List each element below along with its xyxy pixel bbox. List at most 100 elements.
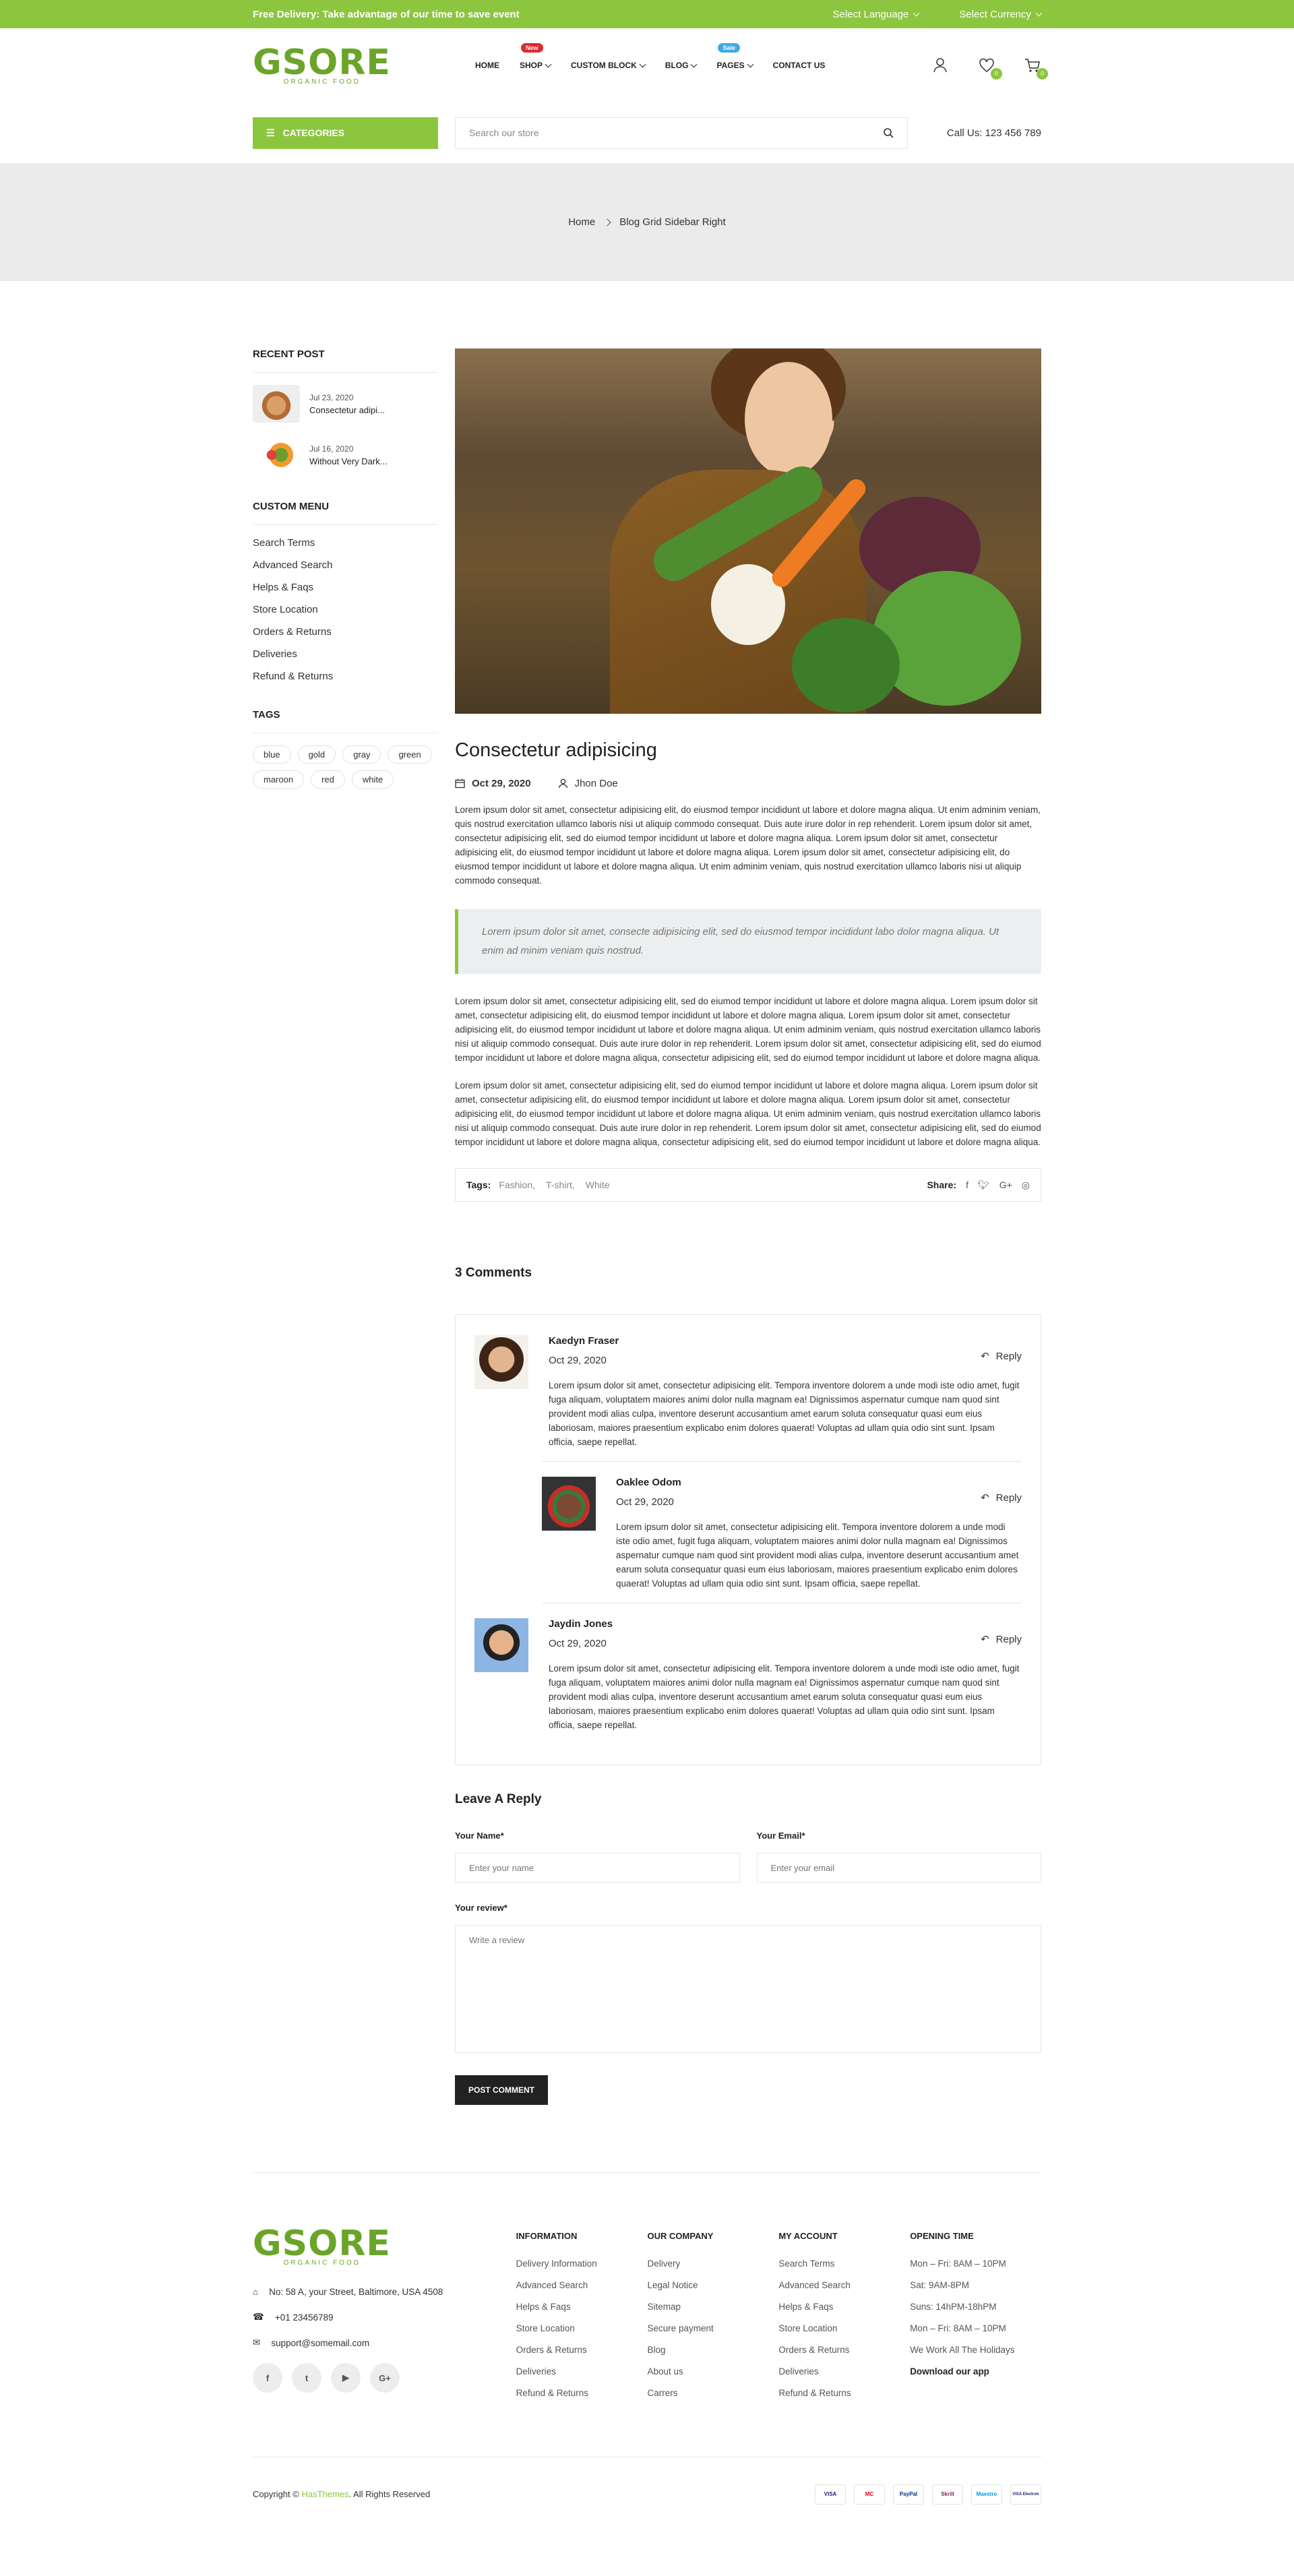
- recent-post-title: RECENT POST: [253, 348, 438, 373]
- reply-button[interactable]: ↶ Reply: [981, 1488, 1022, 1508]
- custom-menu-item[interactable]: Refund & Returns: [253, 671, 438, 682]
- footer-link[interactable]: Deliveries: [778, 2366, 910, 2376]
- footer-link[interactable]: Store Location: [516, 2323, 648, 2333]
- logo[interactable]: GSORE ORGANIC FOOD: [253, 45, 390, 86]
- footer-link[interactable]: Helps & Faqs: [778, 2302, 910, 2312]
- cart-icon[interactable]: 0: [1024, 57, 1048, 80]
- post-comment-button[interactable]: POST COMMENT: [455, 2075, 548, 2105]
- skrill-icon: Skrill: [932, 2484, 963, 2505]
- reply-button[interactable]: ↶ Reply: [981, 1346, 1022, 1366]
- currency-select[interactable]: Select Currency: [959, 8, 1043, 20]
- reply-icon: ↶: [981, 1634, 989, 1645]
- post-author-text: Jhon Doe: [574, 778, 618, 789]
- footer-logo[interactable]: GSORE ORGANIC FOOD: [253, 2226, 390, 2267]
- search-input[interactable]: Search our store: [455, 117, 908, 149]
- post-paragraph: Lorem ipsum dolor sit amet, consectetur …: [455, 996, 1041, 1063]
- language-select[interactable]: Select Language: [833, 9, 920, 20]
- footer-link[interactable]: Store Location: [778, 2323, 910, 2333]
- footer-link[interactable]: Search Terms: [778, 2259, 910, 2269]
- footer-link[interactable]: Refund & Returns: [516, 2388, 648, 2398]
- search-icon[interactable]: [883, 127, 894, 138]
- reply-button[interactable]: ↶ Reply: [981, 1629, 1022, 1649]
- tag[interactable]: white: [351, 770, 394, 789]
- nav-shop[interactable]: New SHOP: [520, 43, 552, 70]
- instagram-icon[interactable]: ◎: [1022, 1179, 1030, 1191]
- google-plus-icon[interactable]: G+: [370, 2363, 400, 2393]
- facebook-icon[interactable]: f: [966, 1179, 968, 1190]
- copyright-brand-link[interactable]: HasThemes: [301, 2489, 348, 2499]
- recent-post[interactable]: Jul 16, 2020 Without Very Dark...: [253, 436, 438, 474]
- nav-pages[interactable]: Sale PAGES: [716, 43, 754, 70]
- post-tag[interactable]: T-shirt,: [546, 1179, 575, 1190]
- recent-post-title-link[interactable]: Without Very Dark...: [309, 456, 388, 466]
- twitter-icon[interactable]: 🐦︎: [978, 1179, 990, 1191]
- recent-post-title-link[interactable]: Consectetur adipi...: [309, 405, 385, 415]
- footer-link[interactable]: Blog: [648, 2345, 779, 2355]
- nav-contact[interactable]: CONTACT US: [773, 61, 826, 70]
- recent-post-date: Jul 23, 2020: [309, 392, 354, 402]
- footer-link[interactable]: About us: [648, 2366, 779, 2376]
- footer-link[interactable]: Legal Notice: [648, 2280, 779, 2290]
- recent-post-thumbnail[interactable]: [253, 436, 300, 474]
- custom-menu-item[interactable]: Advanced Search: [253, 559, 438, 571]
- custom-menu-item[interactable]: Deliveries: [253, 648, 438, 660]
- breadcrumb-home[interactable]: Home: [568, 216, 595, 228]
- tag[interactable]: gold: [297, 745, 336, 764]
- tag[interactable]: gray: [342, 745, 381, 764]
- twitter-icon[interactable]: t: [292, 2363, 321, 2393]
- name-field[interactable]: [455, 1853, 740, 1882]
- wishlist-icon[interactable]: 0: [978, 57, 1002, 80]
- footer-link[interactable]: Carrers: [648, 2388, 779, 2398]
- chevron-down-icon: [913, 9, 920, 16]
- email-field[interactable]: [756, 1853, 1041, 1882]
- comment: Kaedyn Fraser Oct 29, 2020 ↶ Reply Lorem i…: [474, 1335, 1022, 1461]
- tag[interactable]: red: [311, 770, 345, 789]
- currency-label: Select Currency: [959, 8, 1031, 20]
- post-tag[interactable]: White: [586, 1179, 610, 1190]
- visa-icon: VISA: [815, 2484, 846, 2505]
- footer-link[interactable]: Deliveries: [516, 2366, 648, 2376]
- facebook-icon[interactable]: f: [253, 2363, 282, 2393]
- post-content: Consectetur adipisicing Oct 29, 2020 Jho…: [455, 348, 1041, 2105]
- tag[interactable]: green: [388, 745, 432, 764]
- post-author[interactable]: Jhon Doe: [558, 778, 618, 789]
- custom-menu-item[interactable]: Orders & Returns: [253, 626, 438, 638]
- footer-link[interactable]: Delivery: [648, 2259, 779, 2269]
- footer-link[interactable]: Sitemap: [648, 2302, 779, 2312]
- comments-title: 3 Comments: [455, 1266, 532, 1280]
- nav-home[interactable]: HOME: [475, 61, 499, 70]
- email[interactable]: ✉ support@somemail.com: [253, 2337, 516, 2348]
- footer-link[interactable]: Refund & Returns: [778, 2388, 910, 2398]
- wishlist-count: 0: [991, 68, 1002, 80]
- footer-link[interactable]: Advanced Search: [778, 2280, 910, 2290]
- post-date-text: Oct 29, 2020: [472, 778, 531, 789]
- footer-link[interactable]: Advanced Search: [516, 2280, 648, 2290]
- footer-link[interactable]: Delivery Information: [516, 2259, 648, 2269]
- custom-menu-item[interactable]: Store Location: [253, 604, 438, 615]
- tag[interactable]: blue: [253, 745, 291, 764]
- post-tag[interactable]: Fashion,: [499, 1179, 535, 1190]
- recent-post-thumbnail[interactable]: [253, 385, 300, 423]
- leave-reply-title: Leave A Reply: [455, 1792, 542, 1806]
- comments-list: Kaedyn Fraser Oct 29, 2020 ↶ Reply Lorem i…: [455, 1314, 1041, 1765]
- nav-custom-block[interactable]: CUSTOM BLOCK: [571, 61, 646, 70]
- footer-link[interactable]: Orders & Returns: [516, 2345, 648, 2355]
- logo-tagline: ORGANIC FOOD: [283, 2259, 361, 2267]
- recent-post[interactable]: Jul 23, 2020 Consectetur adipi...: [253, 385, 438, 423]
- custom-menu-item[interactable]: Helps & Faqs: [253, 582, 438, 593]
- comment-reply: Oaklee Odom Oct 29, 2020 ↶ Reply Lorem ips…: [542, 1461, 1022, 1603]
- nav-blog[interactable]: BLOG: [665, 61, 698, 70]
- custom-menu-item[interactable]: Search Terms: [253, 537, 438, 549]
- download-app-link[interactable]: Download our app: [910, 2366, 1041, 2376]
- footer-link[interactable]: Secure payment: [648, 2323, 779, 2333]
- avatar: [474, 1335, 528, 1389]
- footer-link[interactable]: Helps & Faqs: [516, 2302, 648, 2312]
- user-icon[interactable]: [932, 57, 950, 74]
- review-field[interactable]: [455, 1925, 1041, 2053]
- tag[interactable]: maroon: [253, 770, 305, 789]
- footer-link[interactable]: Orders & Returns: [778, 2345, 910, 2355]
- categories-button[interactable]: ☰ CATEGORIES: [253, 117, 438, 149]
- youtube-icon[interactable]: ▶: [331, 2363, 361, 2393]
- comment-author: Jaydin Jones: [549, 1618, 613, 1630]
- google-plus-icon[interactable]: G+: [999, 1179, 1012, 1190]
